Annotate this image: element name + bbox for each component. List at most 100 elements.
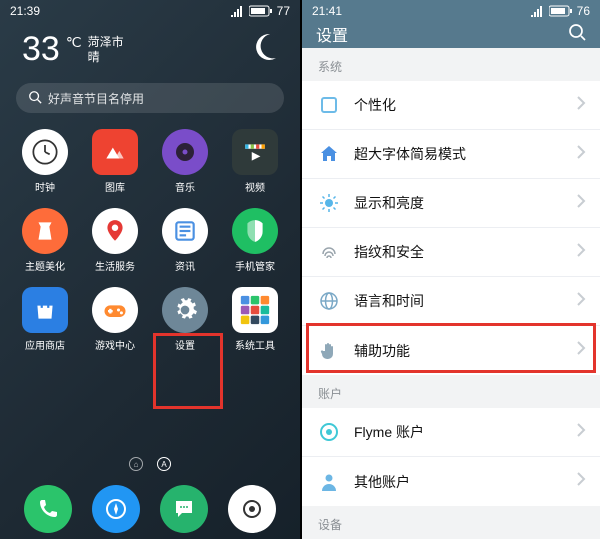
battery-icon — [249, 5, 273, 17]
globe-icon — [318, 290, 340, 312]
chevron-right-icon — [576, 96, 586, 115]
chevron-right-icon — [576, 194, 586, 213]
app-gallery[interactable]: 图库 — [84, 129, 146, 194]
brightness-icon — [318, 192, 340, 214]
app-label: 视频 — [245, 179, 265, 194]
clock-icon — [22, 129, 68, 175]
section-device-label: 设备 — [302, 506, 600, 539]
dock-browser[interactable] — [92, 485, 140, 533]
weather-cond: 晴 — [88, 50, 124, 65]
row-bigfont[interactable]: 超大字体简易模式 — [302, 130, 600, 179]
settings-header: 设置 — [302, 20, 600, 48]
status-time: 21:39 — [10, 4, 40, 18]
moon-icon — [248, 32, 278, 67]
highlight-settings — [153, 333, 223, 409]
weather-city: 菏泽市 — [88, 35, 124, 50]
dock — [0, 485, 300, 533]
battery-pct: 76 — [577, 4, 590, 18]
chevron-right-icon — [576, 145, 586, 164]
chevron-right-icon — [576, 423, 586, 442]
fingerprint-icon — [318, 241, 340, 263]
flyme-icon — [318, 421, 340, 443]
app-label: 系统工具 — [235, 337, 275, 352]
video-icon — [232, 129, 278, 175]
search-icon[interactable] — [568, 23, 586, 46]
app-guard[interactable]: 手机管家 — [224, 208, 286, 273]
row-label: 语言和时间 — [354, 291, 562, 311]
search-icon — [28, 90, 42, 107]
signal-icon — [531, 5, 545, 17]
app-label: 图库 — [105, 179, 125, 194]
row-label: 指纹和安全 — [354, 242, 562, 262]
status-bar-right: 21:41 76 — [302, 0, 600, 20]
app-label: 音乐 — [175, 179, 195, 194]
row-label: 显示和亮度 — [354, 193, 562, 213]
app-label: 应用商店 — [25, 337, 65, 352]
app-clock[interactable]: 时钟 — [14, 129, 76, 194]
battery-icon — [549, 5, 573, 17]
music-icon — [162, 129, 208, 175]
page-dot-home[interactable]: ⌂ — [129, 457, 143, 471]
dock-phone[interactable] — [24, 485, 72, 533]
app-grid: 时钟 图库 音乐 视频 主题美化 生活服务 资讯 手机管家 — [0, 121, 300, 352]
app-label: 手机管家 — [235, 258, 275, 273]
row-flyme[interactable]: Flyme 账户 — [302, 408, 600, 457]
row-security[interactable]: 指纹和安全 — [302, 228, 600, 277]
search-bar[interactable]: 好声音节目名停用 — [16, 83, 284, 113]
app-life[interactable]: 生活服务 — [84, 208, 146, 273]
battery-pct: 77 — [277, 4, 290, 18]
highlight-accessibility — [306, 323, 596, 373]
app-music[interactable]: 音乐 — [154, 129, 216, 194]
search-placeholder: 好声音节目名停用 — [48, 90, 144, 107]
person-icon — [318, 471, 340, 493]
settings-list-account: Flyme 账户 其他账户 — [302, 408, 600, 506]
dock-messages[interactable] — [160, 485, 208, 533]
life-icon — [92, 208, 138, 254]
signal-icon — [231, 5, 245, 17]
gear-icon — [162, 287, 208, 333]
store-icon — [22, 287, 68, 333]
row-label: 个性化 — [354, 95, 562, 115]
app-games[interactable]: 游戏中心 — [84, 287, 146, 352]
personalize-icon — [318, 94, 340, 116]
app-store[interactable]: 应用商店 — [14, 287, 76, 352]
app-label: 生活服务 — [95, 258, 135, 273]
row-personalize[interactable]: 个性化 — [302, 81, 600, 130]
temp-unit: ℃ — [66, 34, 82, 51]
settings-screen: 21:41 76 设置 系统 个性化 超大字体简易模式 显示和亮度 指纹 — [302, 0, 600, 539]
guard-icon — [232, 208, 278, 254]
section-account-label: 账户 — [302, 375, 600, 408]
theme-icon — [22, 208, 68, 254]
settings-title: 设置 — [316, 22, 348, 46]
games-icon — [92, 287, 138, 333]
weather-widget[interactable]: 33 ℃ 菏泽市 晴 — [0, 20, 300, 73]
tools-folder-icon — [232, 287, 278, 333]
chevron-right-icon — [576, 292, 586, 311]
status-bar-left: 21:39 77 — [0, 0, 300, 20]
page-indicator[interactable]: ⌂ A — [0, 457, 300, 471]
row-label: 超大字体简易模式 — [354, 144, 562, 164]
app-label: 时钟 — [35, 179, 55, 194]
app-video[interactable]: 视频 — [224, 129, 286, 194]
app-label: 游戏中心 — [95, 337, 135, 352]
row-other-account[interactable]: 其他账户 — [302, 457, 600, 506]
app-label: 资讯 — [175, 258, 195, 273]
status-right-cluster: 76 — [531, 4, 590, 18]
page-dot-all[interactable]: A — [157, 457, 171, 471]
chevron-right-icon — [576, 243, 586, 262]
section-system-label: 系统 — [302, 48, 600, 81]
dock-camera[interactable] — [228, 485, 276, 533]
news-icon — [162, 208, 208, 254]
home-icon — [318, 143, 340, 165]
status-time: 21:41 — [312, 4, 342, 18]
app-tools[interactable]: 系统工具 — [224, 287, 286, 352]
row-display[interactable]: 显示和亮度 — [302, 179, 600, 228]
status-right-cluster: 77 — [231, 4, 290, 18]
temp-value: 33 — [22, 30, 60, 69]
row-label: Flyme 账户 — [354, 422, 562, 442]
row-label: 其他账户 — [354, 472, 562, 492]
app-theme[interactable]: 主题美化 — [14, 208, 76, 273]
gallery-icon — [92, 129, 138, 175]
row-language[interactable]: 语言和时间 — [302, 277, 600, 326]
app-news[interactable]: 资讯 — [154, 208, 216, 273]
